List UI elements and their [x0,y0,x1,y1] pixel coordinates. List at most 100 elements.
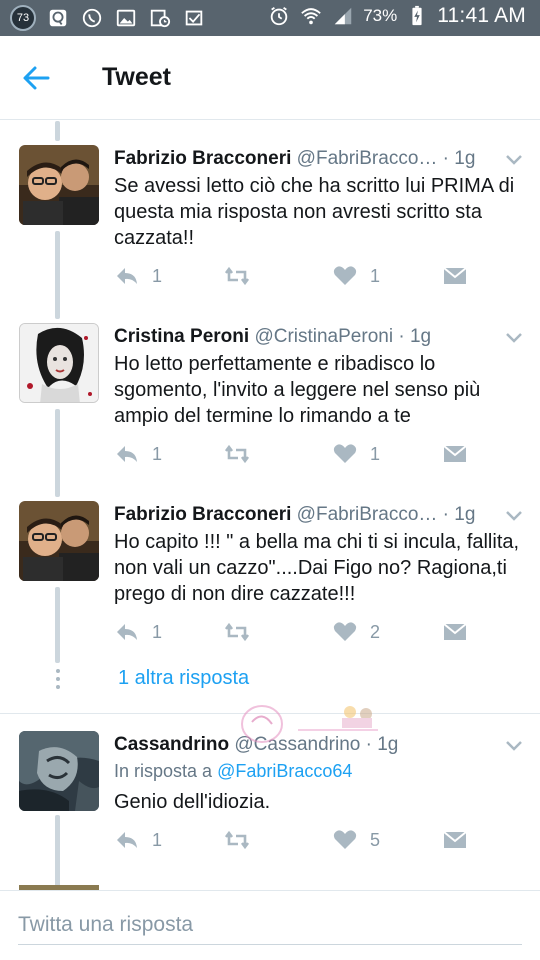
reply-context-label: In risposta a [114,761,218,781]
reply-count: 1 [152,265,163,286]
tweet-text: Genio dell'idiozia. [114,791,271,813]
page-title: Tweet [102,63,171,91]
thread-line [55,121,60,141]
author-name[interactable]: Cristina Peroni [114,326,249,347]
heart-icon [333,622,357,641]
tweet[interactable]: Fabrizio Bracconeri @FabriBracco… · 1g S… [0,145,540,315]
retweet-icon [224,444,250,464]
retweet-button[interactable] [224,265,250,287]
tweet[interactable]: Cristina Peroni @CristinaPeroni · 1g Ho … [0,323,540,493]
signal-icon [331,4,355,28]
reply-button[interactable]: 1 [114,621,162,643]
heart-icon [333,266,357,285]
alarm-icon [267,4,291,28]
battery-percent: 73% [363,6,398,25]
watermark-logo [238,700,388,750]
reply-icon [117,624,137,640]
direct-message-button[interactable] [442,443,468,465]
retweet-icon [224,266,250,286]
avatar[interactable] [19,501,99,581]
app-bar: Tweet [0,36,540,120]
avatar[interactable] [19,145,99,225]
like-button[interactable]: 1 [332,265,380,287]
tweet-actions: 1 1 [114,265,474,293]
envelope-icon [443,623,467,640]
battery-charging-icon [405,4,429,28]
whatsapp-icon [80,6,104,30]
direct-message-button[interactable] [442,621,468,643]
more-replies-link[interactable]: 1 altra risposta [118,667,249,690]
messenger-icon [46,6,70,30]
like-count: 1 [370,265,381,286]
author-handle[interactable]: @FabriBracco… [297,148,438,169]
envelope-icon [443,445,467,462]
chevron-down-icon [506,741,522,751]
retweet-icon [224,622,250,642]
reply-icon [117,268,137,284]
reply-count: 1 [152,443,163,464]
tweet-menu-button[interactable] [504,505,524,525]
tweet-thread: Fabrizio Bracconeri @FabriBracco… · 1g S… [0,121,540,890]
retweet-button[interactable] [224,621,250,643]
author-name[interactable]: Cassandrino [114,734,229,755]
retweet-button[interactable] [224,443,250,465]
tweet-time: · 1g [442,504,476,525]
back-arrow-icon [23,66,50,90]
gallery-icon [114,6,138,30]
tweet-time: · 1g [442,148,476,169]
reply-button[interactable]: 1 [114,829,162,851]
tweet-actions: 1 2 [114,621,474,649]
wifi-icon [299,4,323,28]
author-name[interactable]: Fabrizio Bracconeri [114,504,291,525]
avatar[interactable] [19,731,99,811]
calendar-clock-icon [148,6,172,30]
tweet[interactable]: Cassandrino @Cassandrino · 1g In rispost… [0,731,540,890]
tweet-menu-button[interactable] [504,327,524,347]
like-count: 1 [370,443,381,464]
reply-icon [117,832,137,848]
direct-message-button[interactable] [442,829,468,851]
reply-input[interactable] [18,905,522,945]
reply-count: 1 [152,829,163,850]
reply-to-handle[interactable]: @FabriBracco64 [217,761,352,781]
tweet-time: · 1g [398,326,432,347]
like-button[interactable]: 1 [332,443,380,465]
back-button[interactable] [20,64,52,92]
reply-button[interactable]: 1 [114,265,162,287]
direct-message-button[interactable] [442,265,468,287]
reply-icon [117,446,137,462]
like-button[interactable]: 2 [332,621,380,643]
tweet-text: Ho letto perfettamente e ribadisco lo sg… [114,353,481,427]
heart-icon [333,444,357,463]
tweet-actions: 1 5 [114,829,474,857]
reply-composer [0,890,540,960]
avatar[interactable] [19,323,99,403]
like-count: 2 [370,621,381,642]
envelope-icon [443,267,467,284]
envelope-icon [443,831,467,848]
tweet-menu-button[interactable] [504,149,524,169]
reply-context: In risposta a @FabriBracco64 [114,761,352,782]
thread-dots [55,669,61,693]
status-bar: 73 73% 11:41 AM [0,0,540,36]
chevron-down-icon [506,155,522,165]
like-count: 5 [370,829,381,850]
reply-button[interactable]: 1 [114,443,162,465]
chevron-down-icon [506,333,522,343]
tweet-menu-button[interactable] [504,735,524,755]
notification-count-badge: 73 [10,5,36,31]
tweet-actions: 1 1 [114,443,474,471]
author-handle[interactable]: @FabriBracco… [297,504,438,525]
tweet-header: Fabrizio Bracconeri @FabriBracco… · 1g [114,145,500,173]
retweet-button[interactable] [224,829,250,851]
reply-count: 1 [152,621,163,642]
tweet-text: Ho capito !!! " a bella ma chi ti si inc… [114,531,520,605]
check-icon [182,6,206,30]
tweet[interactable]: Fabrizio Bracconeri @FabriBracco… · 1g H… [0,501,540,671]
clock: 11:41 AM [437,4,526,27]
like-button[interactable]: 5 [332,829,380,851]
chevron-down-icon [506,511,522,521]
heart-icon [333,830,357,849]
author-name[interactable]: Fabrizio Bracconeri [114,148,291,169]
author-handle[interactable]: @CristinaPeroni [254,326,393,347]
